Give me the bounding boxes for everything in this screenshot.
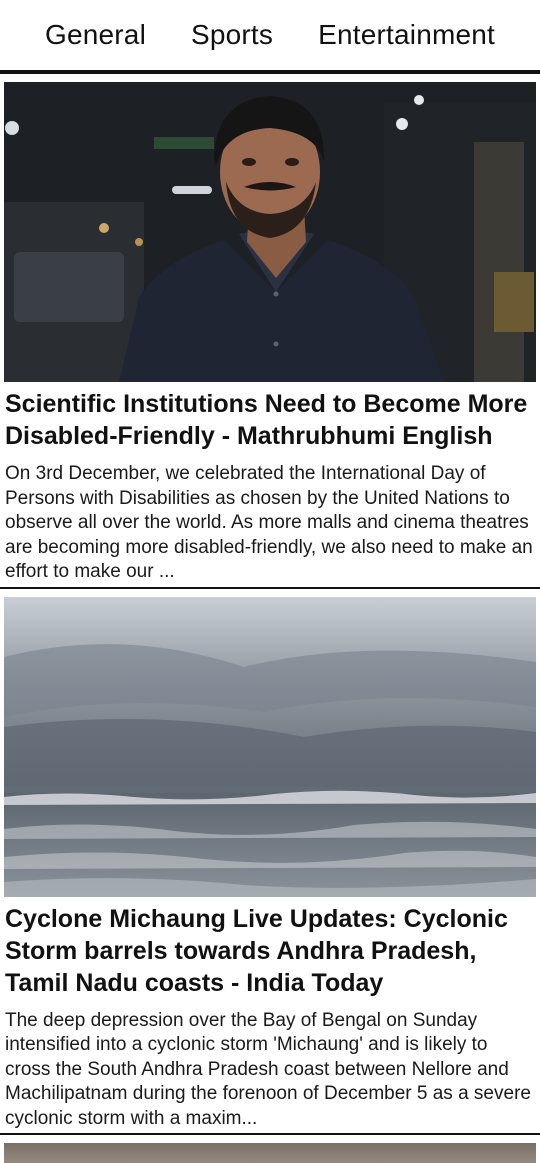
news-card-description: The deep depression over the Bay of Beng… (5, 1009, 531, 1129)
news-card[interactable]: Cyclone Michaung Live Updates: Cyclonic … (0, 596, 540, 1135)
news-card-title[interactable]: Cyclone Michaung Live Updates: Cyclonic … (5, 903, 536, 999)
news-feed: Scientific Institutions Need to Become M… (0, 82, 540, 1163)
portrait-photo (4, 82, 536, 382)
tab-entertainment[interactable]: Entertainment (318, 19, 495, 51)
news-card[interactable]: Scientific Institutions Need to Become M… (0, 82, 540, 589)
news-card-title[interactable]: Scientific Institutions Need to Become M… (5, 388, 536, 452)
tab-general[interactable]: General (45, 19, 146, 51)
tab-bar-divider (0, 70, 540, 74)
category-tab-bar: General Sports Entertainment (0, 0, 540, 70)
news-card-image (4, 596, 536, 897)
news-card-image (4, 82, 536, 382)
stormy-sea-photo (4, 596, 536, 897)
tab-sports[interactable]: Sports (191, 19, 273, 51)
next-news-card-image[interactable] (4, 1143, 536, 1163)
news-card-description: On 3rd December, we celebrated the Inter… (5, 463, 533, 582)
